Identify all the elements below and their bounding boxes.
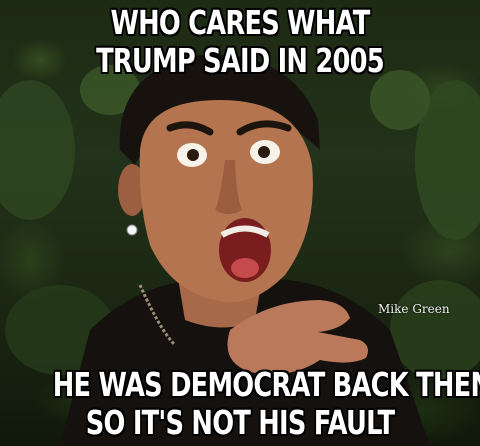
earring xyxy=(126,224,138,236)
bottom-caption: HE WAS DEMOCRAT BACK THEN SO IT'S NOT HI… xyxy=(52,365,480,442)
open-mouth xyxy=(219,218,271,282)
watermark-signature: Mike Green xyxy=(378,302,450,316)
top-caption-line-1: WHO CARES WHAT xyxy=(110,3,370,42)
meme-image: WHO CARES WHAT TRUMP SAID IN 2005 Mike G… xyxy=(0,0,480,446)
top-caption-line-2: TRUMP SAID IN 2005 xyxy=(96,41,385,80)
top-caption: WHO CARES WHAT TRUMP SAID IN 2005 xyxy=(53,4,427,80)
bottom-caption-line-1: HE WAS DEMOCRAT BACK THEN xyxy=(52,365,480,404)
bottom-caption-line-2: SO IT'S NOT HIS FAULT xyxy=(85,403,395,442)
